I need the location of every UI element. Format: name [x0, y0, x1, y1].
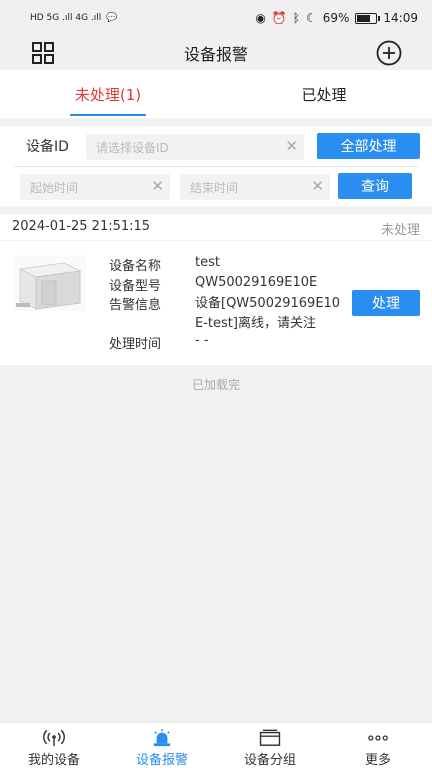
- signal-icon: [43, 729, 65, 747]
- wechat-icon: 💬: [106, 13, 118, 23]
- alarm-light-icon: [153, 729, 171, 747]
- clear-icon[interactable]: ✕: [151, 177, 164, 195]
- field-key: 告警信息: [109, 298, 162, 313]
- bottom-nav: 我的设备 设备报警 设备分组 更多: [0, 722, 432, 768]
- bluetooth-icon: ᛒ: [292, 11, 300, 25]
- end-time-input[interactable]: 结束时间 ✕: [180, 174, 330, 200]
- record-header: 2024-01-25 21:51:15 未处理: [0, 214, 432, 240]
- device-id-placeholder: 请选择设备ID: [96, 141, 169, 155]
- record-timestamp: 2024-01-25 21:51:15: [12, 219, 151, 234]
- start-time-input[interactable]: 起始时间 ✕: [20, 174, 170, 200]
- clear-icon[interactable]: ✕: [285, 137, 298, 155]
- page-title: 设备报警: [183, 45, 248, 64]
- battery-percent: 69%: [322, 11, 350, 25]
- device-id-label: 设备ID: [26, 139, 69, 155]
- start-time-placeholder: 起始时间: [30, 181, 79, 195]
- alarm-clock-icon: ⏰: [271, 11, 287, 25]
- nav-bar: 设备报警: [0, 36, 432, 70]
- field-value: - -: [195, 333, 209, 348]
- query-button[interactable]: 查询: [338, 173, 412, 199]
- battery-icon: [355, 12, 381, 24]
- device-id-input[interactable]: 请选择设备ID ✕: [86, 134, 304, 160]
- field-value: 设备[QW50029169E10E-test]离线，请关注: [195, 296, 341, 331]
- nav-label: 设备分组: [243, 753, 296, 768]
- nav-label: 设备报警: [135, 753, 188, 768]
- nav-device-groups[interactable]: 设备分组: [216, 723, 324, 768]
- tab-processed[interactable]: 已处理: [216, 70, 432, 118]
- eye-icon: ◉: [255, 11, 266, 25]
- alarm-record-card[interactable]: 设备名称 test 设备型号 QW50029169E10E 告警信息 设备[QW…: [0, 241, 432, 365]
- signal-indicators: HD 5G .ıll 4G .ıll 💬: [30, 13, 118, 23]
- field-key: 设备名称: [109, 259, 162, 274]
- list-end-text: 已加载完: [191, 378, 240, 392]
- clock: 14:09: [383, 11, 418, 25]
- field-value: QW50029169E10E: [195, 274, 318, 290]
- process-all-button[interactable]: 全部处理: [317, 133, 420, 159]
- divider: [14, 166, 418, 167]
- status-tabs: 未处理(1) 已处理: [0, 70, 432, 118]
- filter-panel: 设备ID 请选择设备ID ✕ 全部处理 起始时间 ✕ 结束时间 ✕ 查询: [0, 126, 432, 206]
- nav-more[interactable]: 更多: [324, 723, 432, 768]
- grid-menu-icon[interactable]: [32, 42, 54, 64]
- add-circle-icon[interactable]: [376, 40, 402, 66]
- more-icon: [368, 735, 388, 741]
- network-status-text: HD 5G .ıll 4G .ıll: [30, 13, 102, 23]
- tab-unprocessed[interactable]: 未处理(1): [0, 70, 216, 118]
- record-status: 未处理: [380, 223, 420, 238]
- nav-my-devices[interactable]: 我的设备: [0, 723, 108, 768]
- field-key: 设备型号: [109, 278, 162, 294]
- end-time-placeholder: 结束时间: [190, 181, 239, 195]
- field-value: test: [195, 255, 220, 270]
- status-bar: HD 5G .ıll 4G .ıll 💬 ◉ ⏰ ᛒ ☾ 69% 14:09: [0, 0, 432, 36]
- process-button[interactable]: 处理: [352, 290, 420, 316]
- clear-icon[interactable]: ✕: [311, 177, 324, 195]
- folder-icon: [259, 729, 281, 746]
- nav-device-alarms[interactable]: 设备报警: [108, 723, 216, 768]
- nav-label: 我的设备: [27, 753, 80, 768]
- cold-room-thumbnail: [14, 255, 86, 311]
- moon-icon: ☾: [305, 11, 317, 25]
- field-key: 处理时间: [109, 337, 162, 352]
- nav-label: 更多: [364, 753, 391, 768]
